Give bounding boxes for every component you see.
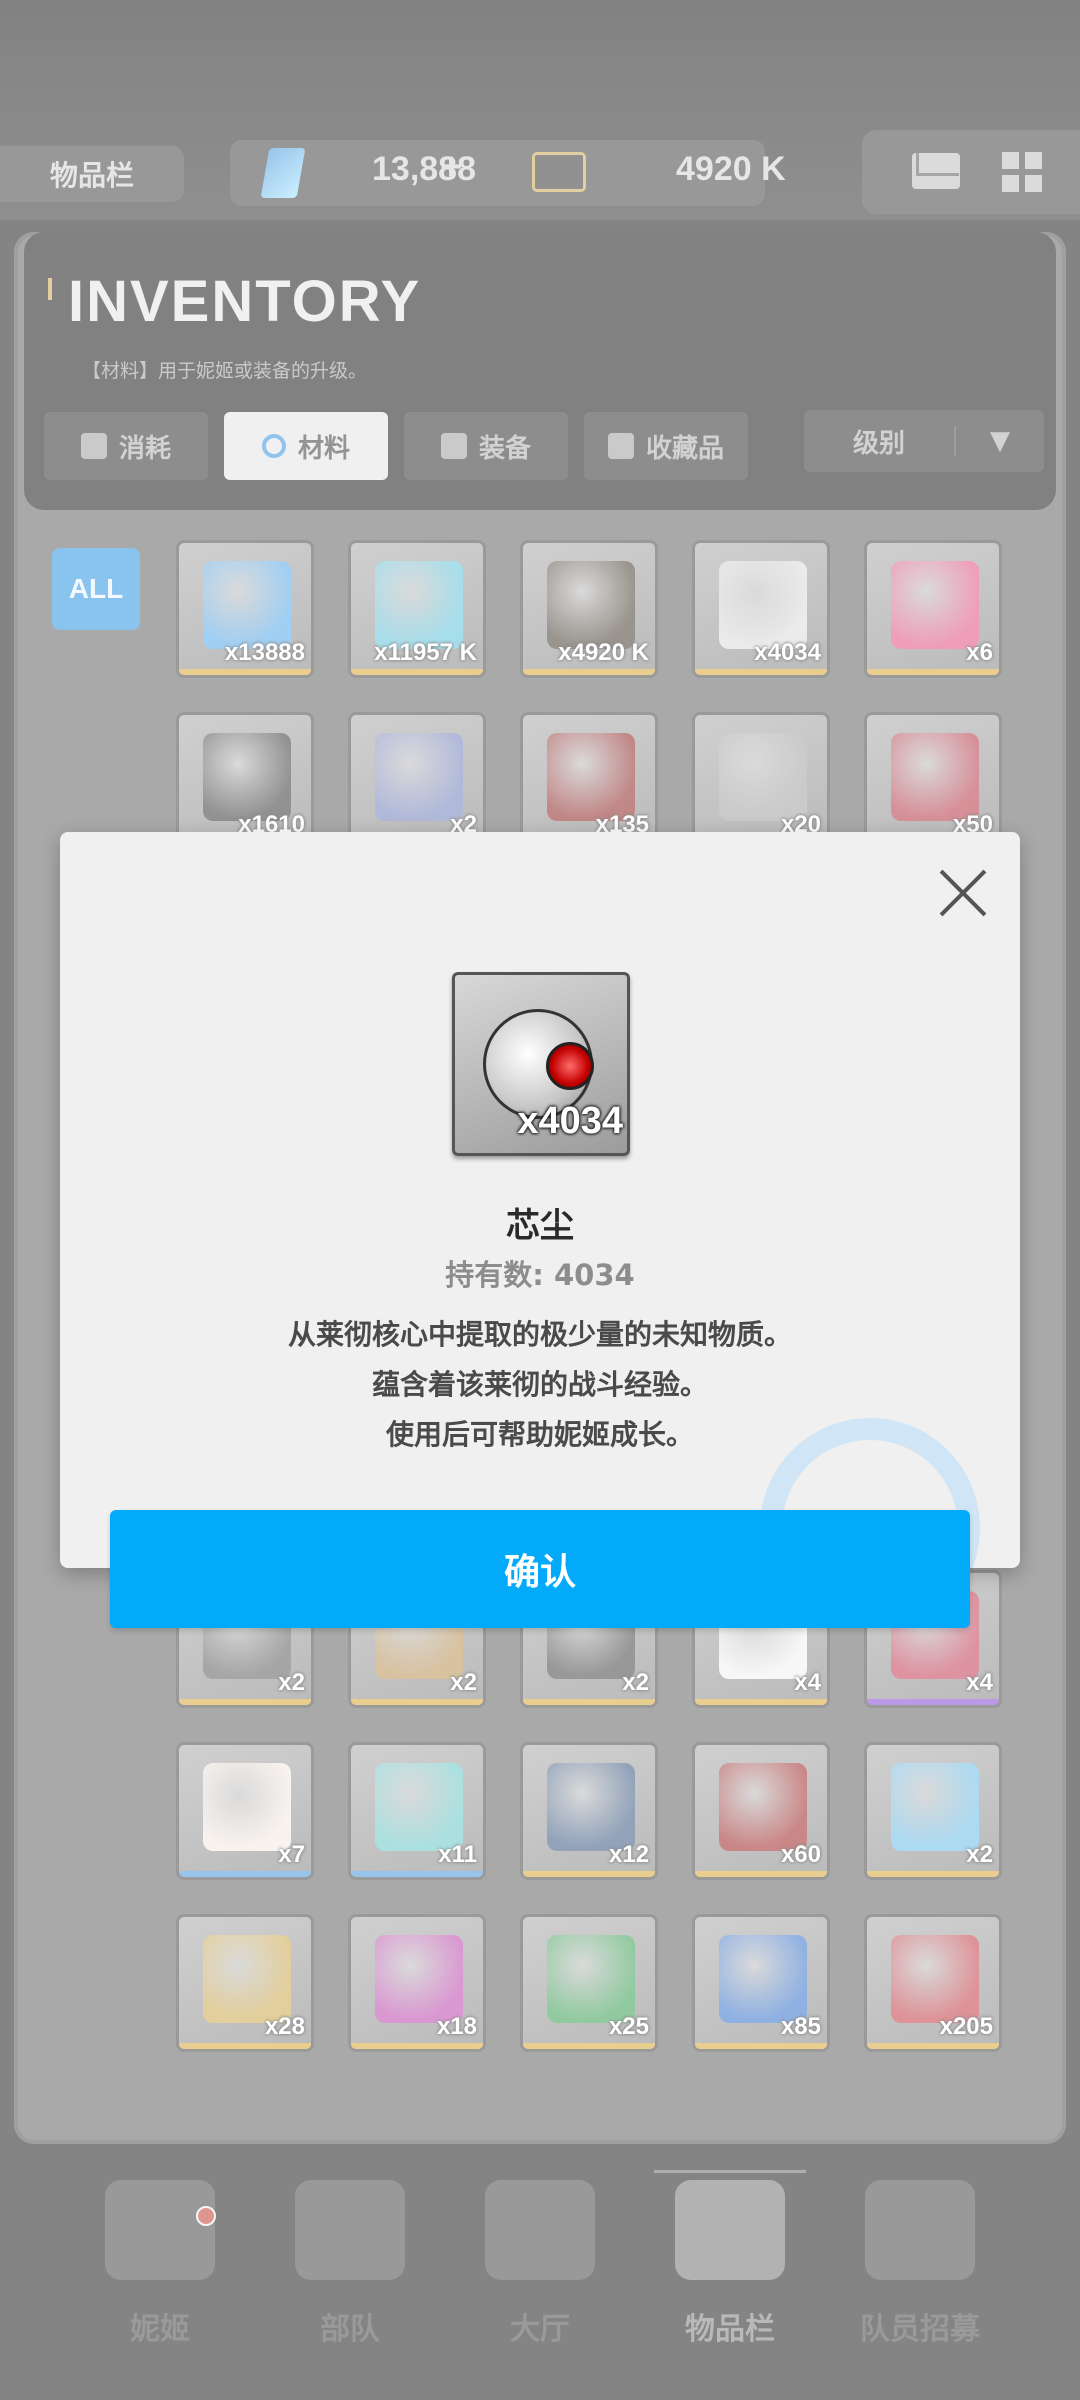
description-line: 从莱彻核心中提取的极少量的未知物质。 bbox=[287, 1318, 792, 1351]
item-thumbnail: x4034 bbox=[452, 972, 630, 1156]
item-count: x4034 bbox=[517, 1100, 623, 1142]
description-line: 蕴含着该莱彻的战斗经验。 bbox=[371, 1368, 708, 1401]
description-line: 使用后可帮助妮姬成长。 bbox=[385, 1418, 694, 1451]
confirm-button[interactable]: 确认 bbox=[110, 1510, 970, 1628]
close-icon[interactable] bbox=[936, 866, 990, 920]
item-owned-count: 持有数: 4034 bbox=[445, 1258, 635, 1292]
core-eye bbox=[546, 1042, 594, 1090]
item-description: 从莱彻核心中提取的极少量的未知物质。 蕴含着该莱彻的战斗经验。 使用后可帮助妮姬… bbox=[0, 1310, 1080, 1460]
item-name: 芯尘 bbox=[506, 1206, 574, 1246]
